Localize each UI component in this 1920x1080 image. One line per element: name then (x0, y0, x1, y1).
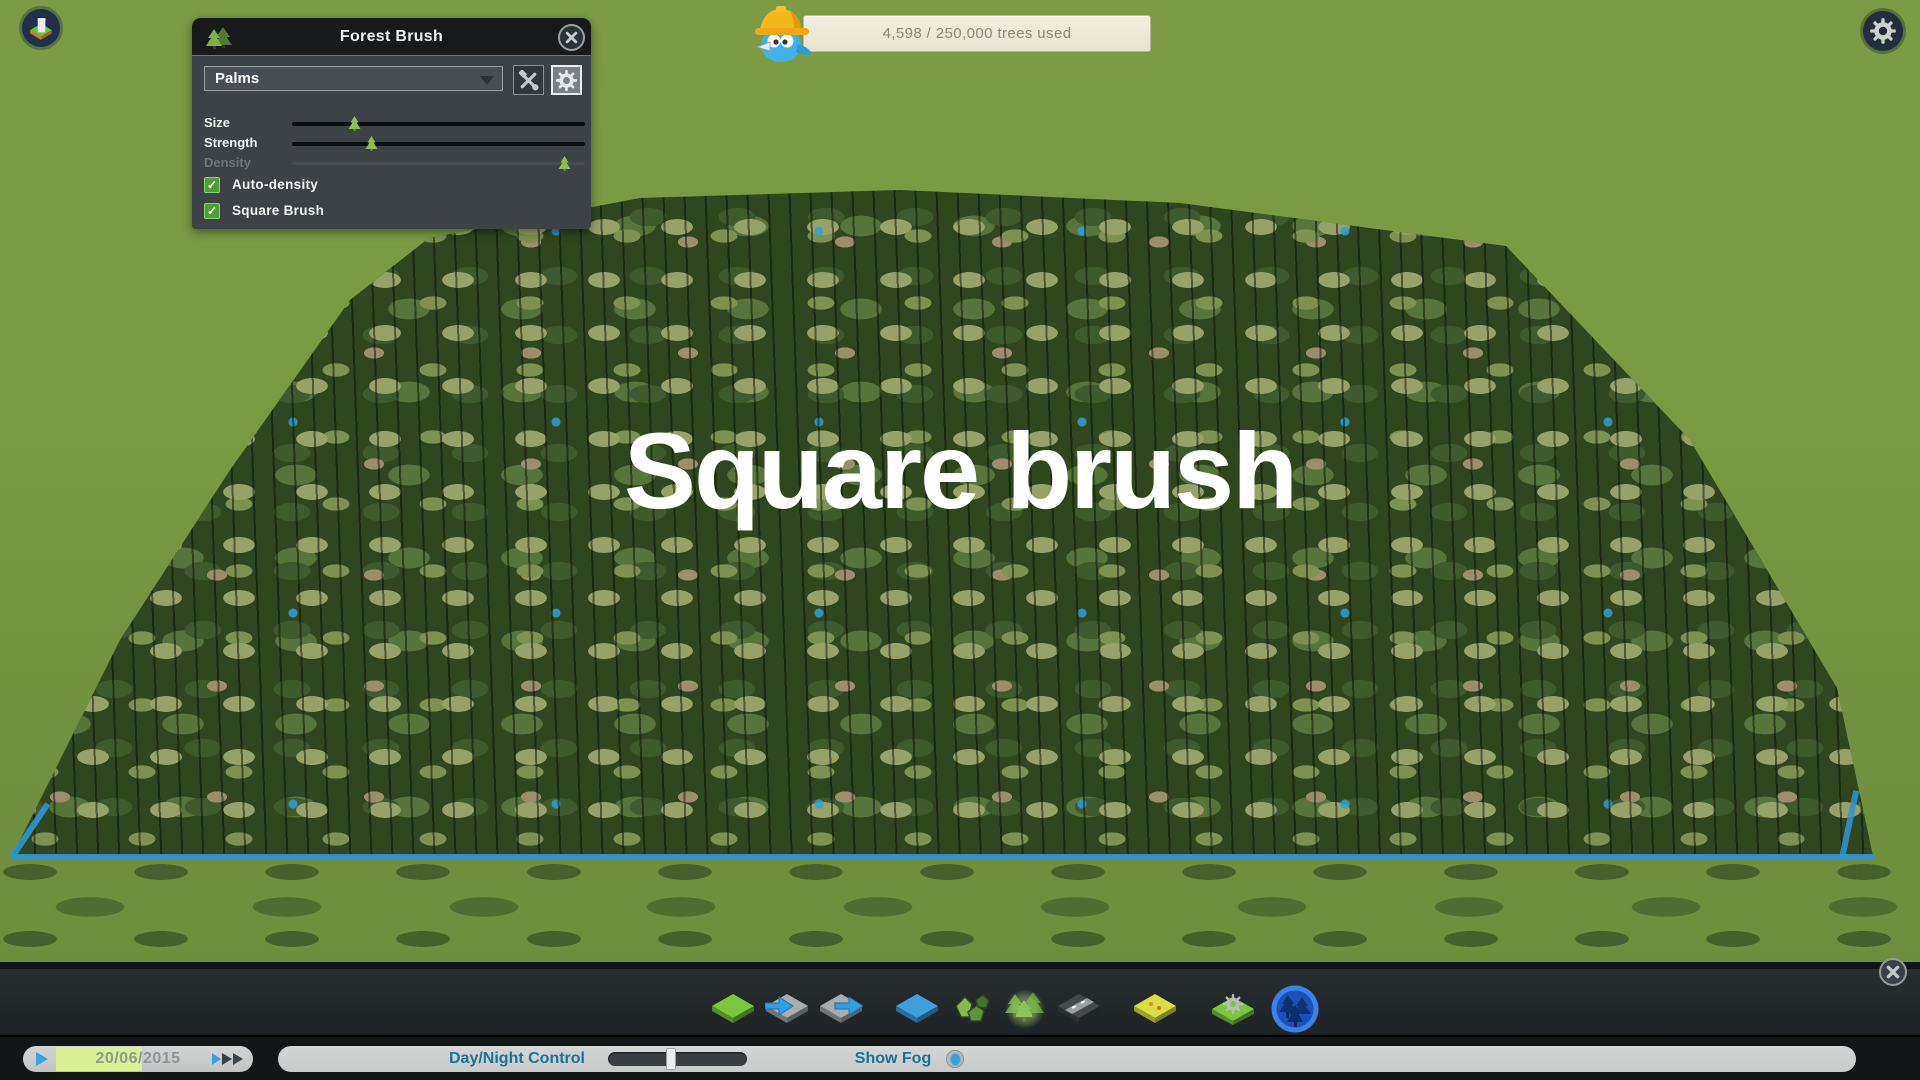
terrain-tile-icon (711, 993, 755, 1025)
size-label: Size (204, 115, 230, 130)
brush-select-value: Palms (205, 70, 259, 87)
panel-close-button[interactable] (558, 24, 585, 51)
close-icon (565, 31, 578, 44)
toolbar-import-button[interactable] (765, 989, 809, 1029)
toolbar-map-options-button[interactable] (1211, 989, 1255, 1029)
toolbar-icons (711, 985, 1319, 1033)
tree-slider-handle (558, 156, 571, 171)
tree-slider-handle[interactable] (365, 136, 378, 151)
strength-slider[interactable] (292, 142, 585, 146)
tree-slider-handle[interactable] (348, 116, 361, 131)
brush-settings-button[interactable] (551, 65, 582, 95)
tree-counter-text: 4,598 / 250,000 trees used (883, 25, 1072, 42)
editor-toolbar (0, 962, 1920, 1035)
status-bar: 20/06/2015 Day/Night Control Show Fog (0, 1035, 1920, 1080)
time-control: 20/06/2015 (23, 1046, 253, 1072)
chirper-builder-icon (750, 2, 816, 64)
chevron-down-icon (480, 76, 494, 85)
panel-titlebar[interactable]: Forest Brush (192, 18, 591, 55)
square-brush-outline-bottom (12, 854, 1873, 860)
toolbar-close-button[interactable] (1879, 958, 1907, 986)
wrench-icon (518, 70, 539, 91)
toolbar-export-button[interactable] (819, 989, 863, 1029)
density-slider (292, 162, 585, 165)
options-button[interactable] (1863, 11, 1903, 51)
square-brush-label: Square Brush (232, 203, 324, 218)
caption-text: Square brush (560, 408, 1360, 533)
tree-counter-bar: 4,598 / 250,000 trees used (803, 15, 1151, 52)
auto-density-label: Auto-density (232, 177, 318, 192)
square-brush-checkbox-row[interactable]: ✓ Square Brush (204, 202, 324, 219)
day-night-slider-handle[interactable] (666, 1048, 676, 1070)
sim-speed-control[interactable] (212, 1053, 243, 1065)
map-tile-button[interactable] (22, 9, 60, 47)
speed-3-icon[interactable] (233, 1053, 243, 1065)
resources-tile-icon (1133, 993, 1177, 1025)
forest-brush-panel: Forest Brush Palms (192, 18, 591, 229)
tree-shadows (0, 852, 1920, 972)
toolbar-water-button[interactable] (895, 989, 939, 1029)
square-brush-checkbox[interactable]: ✓ (204, 203, 220, 219)
trees-icon (1003, 990, 1047, 1028)
auto-density-checkbox[interactable]: ✓ (204, 177, 220, 193)
map-options-gear-icon (1211, 992, 1255, 1026)
auto-density-checkbox-row[interactable]: ✓ Auto-density (204, 176, 318, 193)
roads-icon (1057, 993, 1101, 1025)
panel-title: Forest Brush (340, 28, 443, 46)
environment-control-bar: Day/Night Control Show Fog (278, 1046, 1856, 1072)
import-arrow-icon (765, 993, 809, 1025)
close-icon (1886, 965, 1900, 979)
pine-trees-icon (205, 25, 233, 49)
rocks-icon (951, 991, 991, 1027)
export-arrow-icon (819, 993, 863, 1025)
edit-brush-button[interactable] (513, 65, 544, 95)
strength-label: Strength (204, 135, 257, 150)
brush-select-dropdown[interactable]: Palms (204, 66, 503, 91)
forest-brush-mod-icon (1271, 985, 1319, 1033)
size-slider-row: Size (192, 114, 591, 132)
toolbar-terrain-button[interactable] (711, 989, 755, 1029)
gear-icon (555, 69, 578, 92)
density-label: Density (204, 155, 251, 170)
day-night-slider[interactable] (608, 1052, 747, 1066)
speed-1-icon[interactable] (212, 1053, 221, 1065)
map-tile-icon (28, 15, 54, 41)
toolbar-props-button[interactable] (949, 989, 993, 1029)
show-fog-label: Show Fog (843, 1046, 943, 1072)
show-fog-toggle[interactable] (946, 1050, 964, 1068)
gear-icon (1869, 17, 1897, 45)
water-tile-icon (895, 993, 939, 1025)
toolbar-forest-brush-mod-button[interactable] (1271, 985, 1319, 1033)
fog-toggle-indicator (951, 1054, 960, 1065)
strength-slider-row: Strength (192, 134, 591, 152)
toolbar-resources-button[interactable] (1133, 989, 1177, 1029)
toolbar-trees-button[interactable] (1003, 989, 1047, 1029)
density-slider-row: Density (192, 154, 591, 172)
speed-2-icon[interactable] (222, 1053, 232, 1065)
panel-body: Palms (192, 55, 591, 229)
size-slider[interactable] (292, 122, 585, 126)
toolbar-roads-button[interactable] (1057, 989, 1101, 1029)
